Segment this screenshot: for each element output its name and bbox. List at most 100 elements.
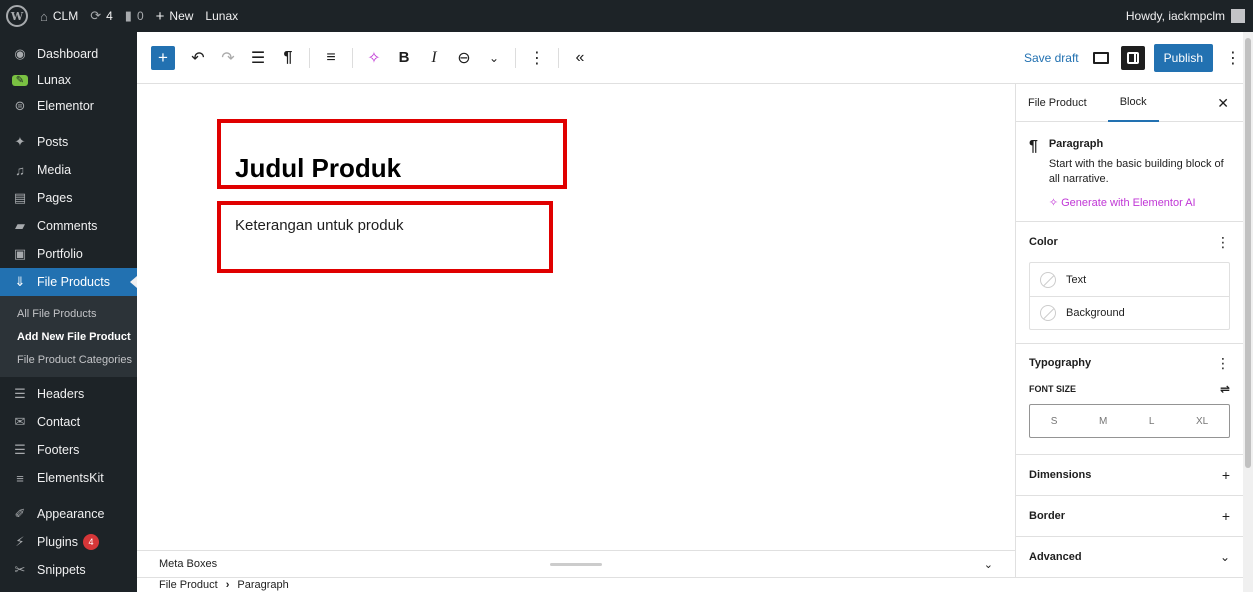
account-menu[interactable]: Howdy, iackmpclm (1120, 0, 1253, 32)
site-name-link[interactable]: ⌂ CLM (34, 0, 84, 32)
undo-icon: ↶ (191, 49, 205, 67)
italic-button[interactable]: I (422, 42, 446, 74)
collapse-toolbar-button[interactable]: « (568, 42, 592, 74)
font-size-xl[interactable]: XL (1196, 416, 1208, 427)
close-icon[interactable]: ✕ (1217, 95, 1229, 112)
advanced-heading: Advanced (1029, 551, 1082, 563)
block-options-button[interactable]: ⋮ (525, 42, 549, 74)
plus-icon[interactable]: + (1222, 508, 1230, 524)
empty-swatch-icon (1040, 271, 1056, 288)
redo-button[interactable]: ↷ (216, 42, 240, 74)
bold-button[interactable]: B (392, 42, 416, 74)
save-draft-button[interactable]: Save draft (1024, 51, 1079, 65)
background-color-item[interactable]: Background (1030, 296, 1229, 329)
color-options-button[interactable]: ⋮ (1216, 234, 1230, 251)
chevron-down-icon: ⌄ (488, 50, 500, 65)
resize-handle[interactable] (550, 563, 602, 566)
editor-canvas: Judul Produk Keterangan untuk produk (137, 84, 1015, 550)
submenu-all-file-products[interactable]: All File Products (0, 302, 137, 325)
sidebar-item-portfolio[interactable]: ▣ Portfolio (0, 240, 137, 268)
more-formats-button[interactable]: ⌄ (482, 42, 506, 74)
sidebar-item-contact[interactable]: ✉ Contact (0, 408, 137, 436)
toolbar-divider (352, 47, 353, 68)
font-size-m[interactable]: M (1099, 416, 1107, 427)
paragraph-block-button[interactable]: ¶ (276, 42, 300, 74)
dimensions-section[interactable]: Dimensions + (1016, 455, 1243, 496)
block-inserter-button[interactable]: + (151, 45, 175, 70)
meta-boxes-label: Meta Boxes (159, 558, 218, 570)
sidebar-item-footers[interactable]: ☰ Footers (0, 436, 137, 464)
post-title[interactable]: Judul Produk (235, 153, 401, 184)
meta-boxes-bar[interactable]: Meta Boxes ⌄ (137, 550, 1015, 577)
redo-icon: ↷ (221, 49, 235, 67)
preview-device-button[interactable] (1092, 51, 1109, 64)
sidebar-item-snippets[interactable]: ✂ Snippets (0, 556, 137, 584)
elementor-ai-button[interactable]: ✧ (362, 42, 386, 74)
block-description: Start with the basic building block of a… (1048, 158, 1224, 185)
refresh-icon: ⟳ (90, 8, 102, 23)
comment-icon: ▮ (124, 8, 132, 23)
font-size-s[interactable]: S (1051, 416, 1058, 427)
new-content-link[interactable]: + New (150, 0, 200, 32)
lunax-link[interactable]: Lunax (199, 0, 244, 32)
align-button[interactable]: ≡ (319, 42, 343, 74)
settings-toggle-button[interactable] (1120, 45, 1145, 70)
font-size-l[interactable]: L (1149, 416, 1155, 427)
plugins-update-badge: 4 (83, 534, 99, 550)
color-section: Color ⋮ Text Background (1016, 222, 1243, 344)
sidebar-item-comments[interactable]: ▰ Comments (0, 212, 137, 240)
download-icon: ⇓ (14, 274, 26, 289)
sidebar-item-file-products[interactable]: ⇓ File Products (0, 268, 137, 296)
typography-options-button[interactable]: ⋮ (1216, 355, 1230, 372)
tab-file-product[interactable]: File Product (1028, 84, 1096, 122)
publish-button[interactable]: Publish (1153, 43, 1213, 72)
portfolio-icon: ▣ (13, 246, 27, 261)
sidebar-item-pages[interactable]: ▤ Pages (0, 184, 137, 212)
media-icon: ♫ (15, 162, 25, 178)
chevron-down-icon[interactable]: ⌄ (1220, 550, 1230, 564)
options-menu-button[interactable]: ⋮ (1225, 48, 1241, 68)
brush-icon: ✐ (14, 506, 26, 521)
sidebar-item-appearance[interactable]: ✐ Appearance (0, 500, 137, 528)
lunax-logo-icon: ✎ (12, 74, 28, 86)
sidebar-item-dashboard[interactable]: ◉ Dashboard (0, 40, 137, 68)
undo-button[interactable]: ↶ (186, 42, 210, 74)
border-section[interactable]: Border + (1016, 496, 1243, 537)
chevron-down-icon[interactable]: ⌄ (984, 558, 993, 571)
wordpress-logo-button[interactable]: W (0, 0, 34, 32)
pilcrow-icon: ¶ (1029, 138, 1038, 155)
paragraph-block[interactable]: Keterangan untuk produk (235, 217, 403, 234)
settings-sliders-icon[interactable]: ⇌ (1220, 382, 1230, 396)
submenu-file-product-categories[interactable]: File Product Categories (0, 348, 137, 371)
submenu-add-new-file-product[interactable]: Add New File Product (0, 325, 137, 348)
color-heading: Color (1029, 236, 1058, 248)
plus-icon[interactable]: + (1222, 467, 1230, 483)
scrollbar-thumb[interactable] (1245, 38, 1251, 468)
breadcrumb-file-product[interactable]: File Product (159, 579, 218, 591)
more-vertical-icon: ⋮ (529, 49, 545, 67)
updates-link[interactable]: ⟳ 4 (84, 0, 119, 32)
sidebar-item-posts[interactable]: ✦ Posts (0, 128, 137, 156)
list-view-icon: ☰ (250, 49, 266, 67)
file-products-submenu: All File Products Add New File Product F… (0, 296, 137, 377)
breadcrumb-paragraph[interactable]: Paragraph (237, 579, 288, 591)
more-vertical-icon: ⋮ (1225, 49, 1241, 67)
page-scrollbar[interactable] (1243, 32, 1253, 592)
align-left-icon: ≡ (326, 48, 336, 66)
sidebar-item-plugins[interactable]: ⚡ Plugins 4 (0, 528, 137, 556)
sidebar-item-elementskit[interactable]: ≡ ElementsKit (0, 464, 137, 492)
sidebar-item-headers[interactable]: ☰ Headers (0, 380, 137, 408)
document-overview-button[interactable]: ☰ (246, 42, 270, 74)
settings-panel: File Product Block ✕ ¶ Paragraph Start w… (1015, 84, 1243, 577)
generate-ai-link[interactable]: ✧ Generate with Elementor AI (1049, 196, 1230, 209)
sidebar-item-elementor[interactable]: ⊜ Elementor (0, 92, 137, 120)
sidebar-item-lunax[interactable]: ✎ Lunax (0, 68, 137, 92)
comment-icon: ▰ (15, 218, 25, 233)
sidebar-item-media[interactable]: ♫ Media (0, 156, 137, 184)
link-button[interactable]: ⊖ (452, 42, 476, 74)
tab-block[interactable]: Block (1107, 84, 1159, 122)
admin-sidebar: ◉ Dashboard ✎ Lunax ⊜ Elementor ✦ Posts ♫ Med… (0, 32, 137, 592)
text-color-item[interactable]: Text (1030, 263, 1229, 296)
advanced-section[interactable]: Advanced ⌄ (1016, 537, 1243, 577)
comments-link[interactable]: ▮ 0 (119, 0, 150, 32)
